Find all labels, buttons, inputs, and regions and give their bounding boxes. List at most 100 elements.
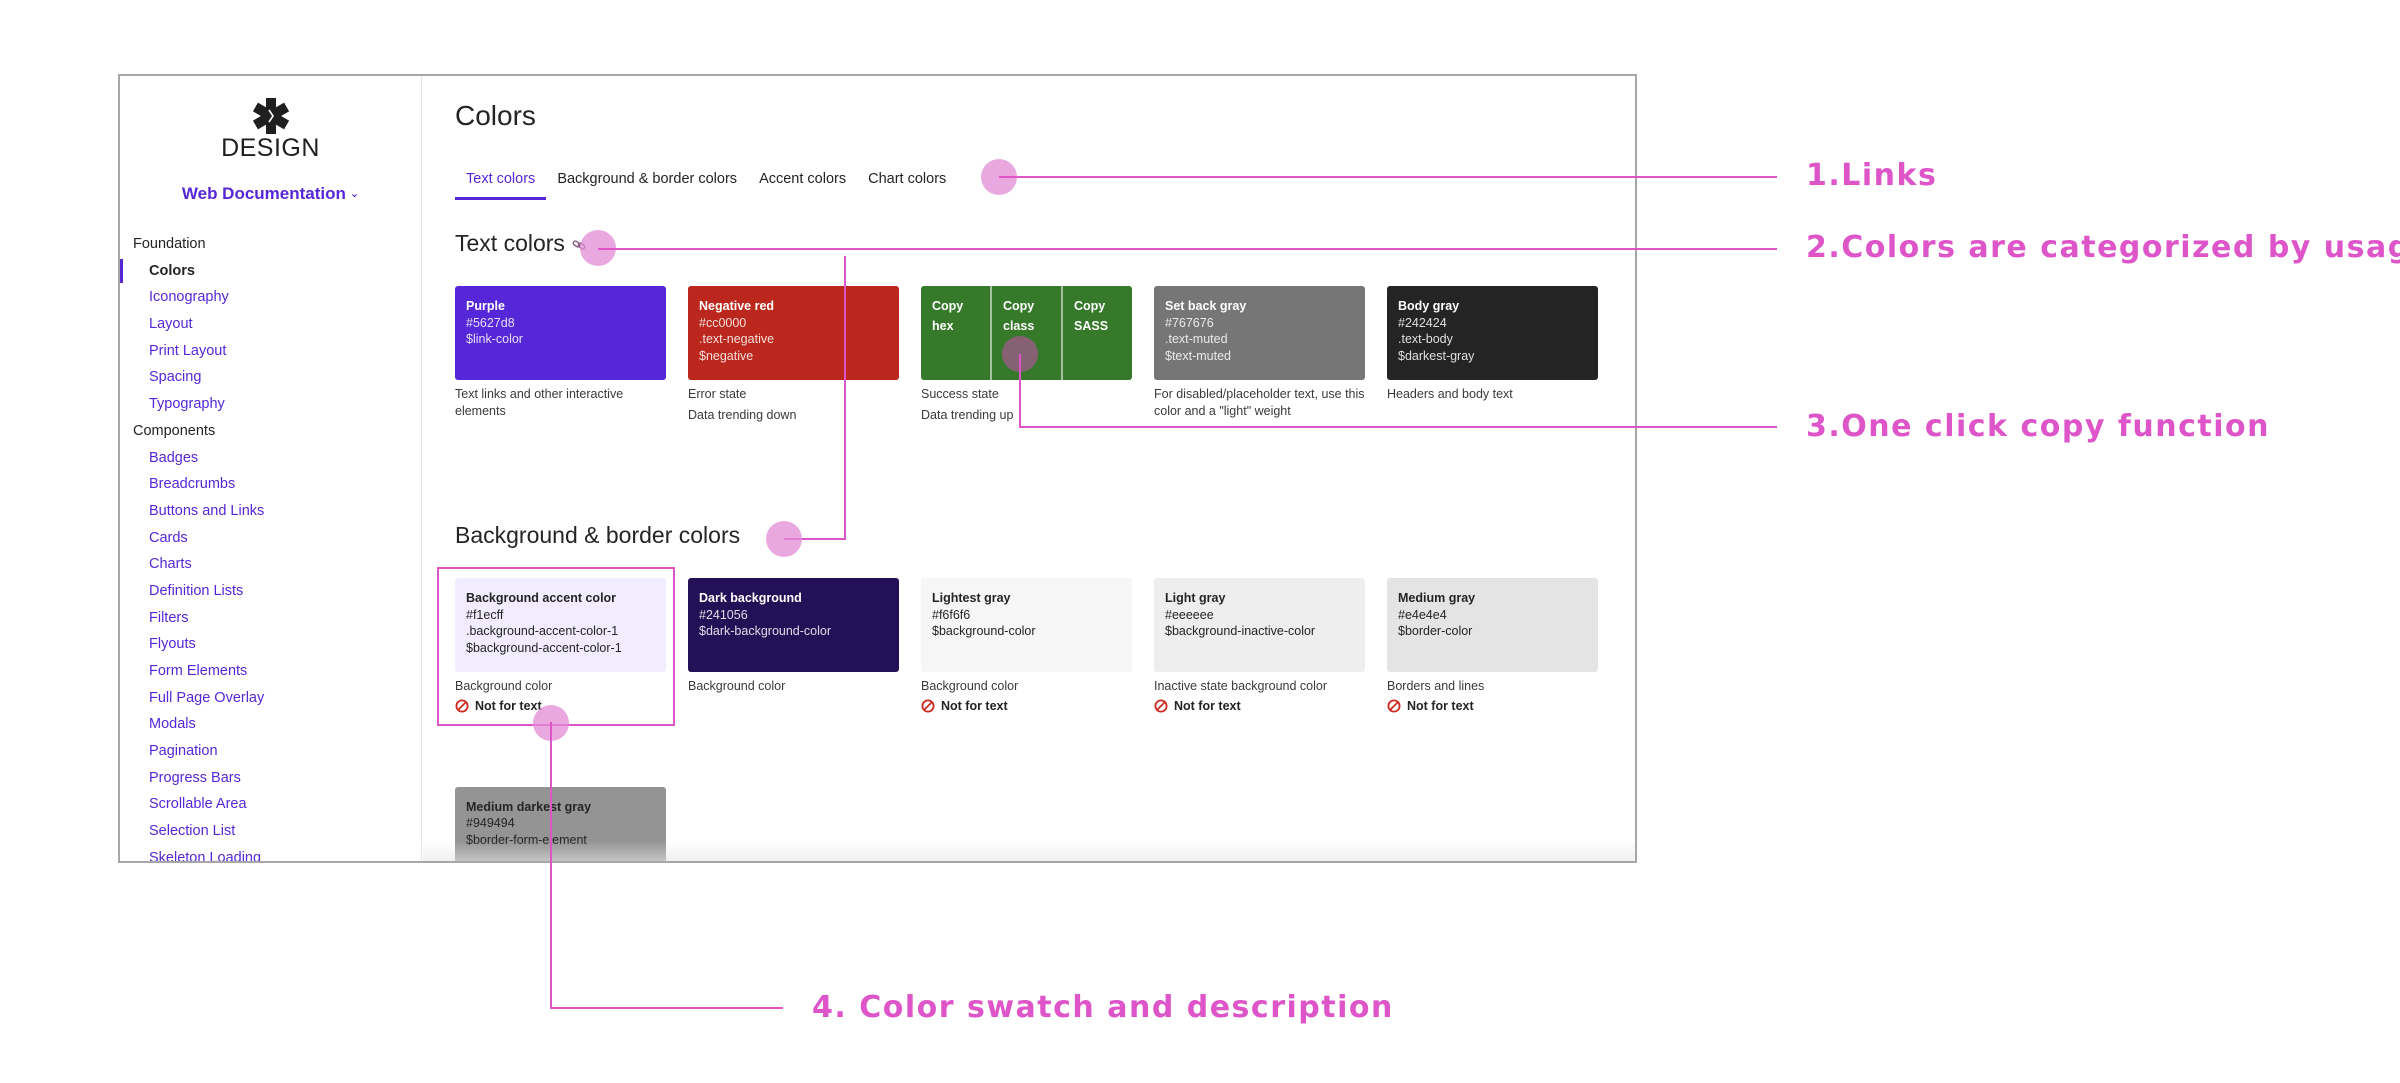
tab-text-colors[interactable]: Text colors — [455, 168, 547, 200]
sidebar-group-foundation: Foundation — [133, 236, 206, 252]
swatch-description: Borders and lines — [1387, 678, 1598, 695]
sidebar-group-components: Components — [133, 422, 216, 439]
swatch-name: Medium gray — [1398, 591, 1476, 605]
tab-chart-colors[interactable]: Chart colors — [857, 168, 957, 200]
description-line: Background color — [921, 679, 1019, 693]
sidebar-item-scrollable-area[interactable]: Scrollable Area — [120, 791, 421, 818]
description-line: Data trending down — [688, 407, 797, 422]
description-line: Headers and body text — [1387, 387, 1513, 401]
swatch-token: .text-muted — [1165, 332, 1228, 346]
chevron-down-icon: ⌄ — [349, 188, 360, 200]
sidebar-item-typography[interactable]: Typography — [120, 391, 421, 418]
swatch-name: Medium darkest gray — [466, 799, 592, 814]
swatch-token: $border-color — [1398, 624, 1473, 638]
color-swatch[interactable]: Medium gray #e4e4e4 $border-color — [1387, 578, 1598, 672]
color-swatch[interactable]: Set back gray #767676 .text-muted $text-mut… — [1154, 286, 1365, 380]
annotation-line-3 — [1019, 426, 1777, 428]
sidebar-item-modals[interactable]: Modals — [120, 711, 421, 738]
color-swatch[interactable]: Body gray #242424 .text-body $darkest-gray — [1387, 286, 1598, 380]
sidebar-item-spacing[interactable]: Spacing — [120, 364, 421, 391]
swatch-name: Negative red — [699, 299, 775, 313]
logo[interactable]: DESIGN — [120, 98, 421, 163]
sidebar-item-charts[interactable]: Charts — [120, 551, 421, 578]
description-line: Borders and lines — [1387, 679, 1485, 693]
section-tabs: Text colors Background & border colors A… — [455, 168, 957, 200]
swatch-description: Error state Data trending down — [688, 386, 899, 423]
not-for-text-label: Not for text — [1174, 698, 1241, 713]
annotation-label-1: 1.Links — [1806, 158, 1938, 193]
asterisk-logo-icon — [252, 98, 289, 134]
swatch-card-medium-gray: Medium gray #e4e4e4 $border-color Borders a… — [1387, 578, 1598, 713]
sidebar-item-layout[interactable]: Layout — [120, 311, 421, 338]
not-for-text-warning: Not for text — [921, 699, 1132, 713]
sidebar-item-pagination[interactable]: Pagination — [120, 738, 421, 765]
swatch-name: Purple — [466, 299, 505, 313]
swatch-card-body-gray: Body gray #242424 .text-body $darkest-gray H… — [1387, 286, 1598, 427]
description-line: Inactive state background color — [1154, 679, 1328, 693]
color-swatch[interactable]: Lightest gray #f6f6f6 $background-color — [921, 578, 1132, 672]
color-swatch[interactable]: Negative red #cc0000 .text-negative $negati… — [688, 286, 899, 380]
color-swatch[interactable]: Light gray #eeeeee $background-inactive-co… — [1154, 578, 1365, 672]
main-content: Colors Text colors Background & border c… — [423, 76, 1635, 861]
sidebar-item-selection-list[interactable]: Selection List — [120, 818, 421, 845]
swatch-token: $text-muted — [1165, 348, 1232, 363]
section-title-text: Text colors — [455, 230, 565, 256]
sidebar-item-definition-lists[interactable]: Definition Lists — [120, 578, 421, 605]
swatch-card-negative-red: Negative red #cc0000 .text-negative $negati… — [688, 286, 899, 427]
sidebar-item-colors[interactable]: Colors — [120, 258, 421, 285]
sidebar-item-breadcrumbs[interactable]: Breadcrumbs — [120, 471, 421, 498]
description-line: Text links and other interactive element… — [455, 387, 624, 418]
sidebar-item-skeleton-loading[interactable]: Skeleton Loading — [120, 845, 421, 861]
sidebar-nav: Foundation Colors Iconography Layout Print L… — [120, 231, 421, 861]
sidebar-item-form-elements[interactable]: Form Elements — [120, 658, 421, 685]
annotation-line-4-vertical — [550, 722, 552, 1009]
description-line: Background color — [688, 679, 786, 693]
app-window: DESIGN Web Documentation ⌄ Foundation Colo… — [118, 74, 1637, 863]
tab-accent-colors[interactable]: Accent colors — [748, 168, 857, 200]
swatch-token: #cc0000 — [699, 315, 747, 330]
swatch-token: $darkest-gray — [1398, 348, 1475, 363]
swatch-name: Light gray — [1165, 591, 1226, 605]
docs-switcher-label: Web Documentation — [181, 184, 346, 203]
swatch-name: Dark background — [699, 591, 802, 605]
page-title: Colors — [455, 100, 536, 131]
annotation-label-2: 2.Colors are categorized by usage — [1806, 230, 2400, 265]
swatch-token: #eeeeee — [1165, 607, 1214, 622]
swatch-description: Background color — [688, 678, 899, 695]
docs-switcher-dropdown[interactable]: Web Documentation ⌄ — [120, 184, 421, 204]
annotation-line-1 — [999, 176, 1777, 178]
swatch-description: Headers and body text — [1387, 386, 1598, 403]
description-line: For disabled/placeholder text, use this … — [1154, 387, 1365, 418]
sidebar-item-iconography[interactable]: Iconography — [120, 284, 421, 311]
prohibited-icon — [921, 699, 935, 712]
color-swatch[interactable]: Purple #5627d8 $link-color — [455, 286, 666, 380]
sidebar-item-badges[interactable]: Badges — [120, 445, 421, 472]
annotation-line-2-vertical — [844, 256, 846, 540]
swatch-token: #242424 — [1398, 315, 1447, 330]
sidebar-item-buttons-and-links[interactable]: Buttons and Links — [120, 498, 421, 525]
section-title-text-colors: Text colors — [455, 230, 587, 257]
copy-button-copy-sass[interactable]: Copy SASS — [1063, 286, 1132, 380]
copy-button-copy-hex[interactable]: Copy hex — [921, 286, 992, 380]
swatch-token: #e4e4e4 — [1398, 607, 1447, 622]
prohibited-icon — [1154, 699, 1168, 712]
color-swatch[interactable]: Dark background #241056 $dark-background-c… — [688, 578, 899, 672]
sidebar-item-flyouts[interactable]: Flyouts — [120, 631, 421, 658]
sidebar-item-progress-bars[interactable]: Progress Bars — [120, 765, 421, 792]
swatch-name: Lightest gray — [932, 591, 1011, 605]
not-for-text-label: Not for text — [941, 698, 1008, 713]
swatch-token: .text-body — [1398, 332, 1453, 346]
tab-background-border-colors[interactable]: Background & border colors — [546, 168, 748, 200]
swatch-token: $dark-background-color — [699, 624, 832, 638]
sidebar-item-print-layout[interactable]: Print Layout — [120, 338, 421, 365]
not-for-text-label: Not for text — [1407, 698, 1474, 713]
description-line: Error state — [688, 387, 747, 401]
annotation-label-3: 3.One click copy function — [1806, 409, 2270, 444]
swatch-description: For disabled/placeholder text, use this … — [1154, 386, 1365, 419]
sidebar-item-full-page-overlay[interactable]: Full Page Overlay — [120, 685, 421, 712]
sidebar-item-filters[interactable]: Filters — [120, 605, 421, 632]
swatch-token: $link-color — [466, 332, 523, 346]
sidebar-item-cards[interactable]: Cards — [120, 525, 421, 552]
color-swatch[interactable]: Medium darkest gray #949494 $border-form-e… — [455, 786, 666, 861]
swatch-name: Set back gray — [1165, 299, 1247, 313]
